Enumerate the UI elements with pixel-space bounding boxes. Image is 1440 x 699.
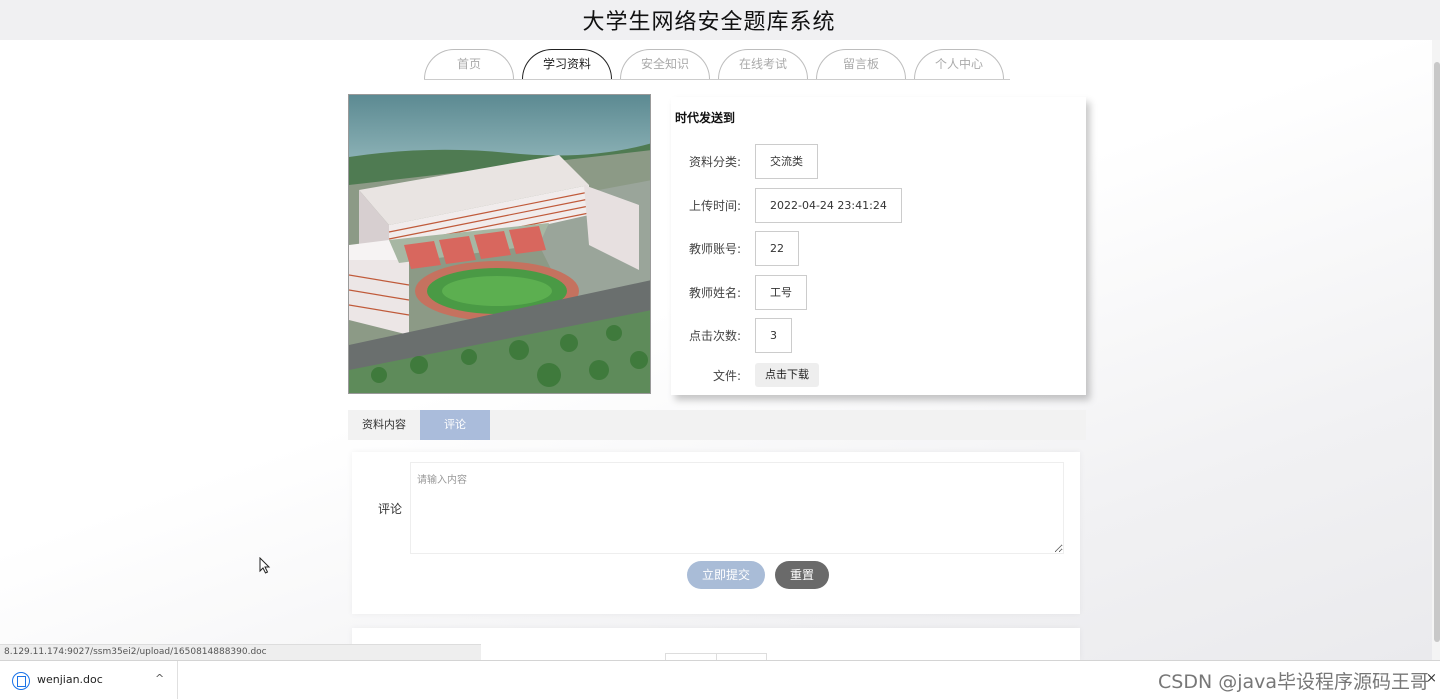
field-label: 上传时间: — [688, 199, 741, 213]
field-value: 交流类 — [755, 144, 818, 179]
download-filename: wenjian.doc — [37, 673, 103, 686]
mouse-cursor-icon — [259, 557, 271, 574]
field-label: 资料分类: — [688, 155, 741, 169]
material-cover-image — [348, 94, 651, 394]
nav-study-materials[interactable]: 学习资料 — [522, 49, 612, 79]
document-icon — [12, 672, 30, 690]
site-title: 大学生网络安全题库系统 — [582, 10, 836, 35]
field-value: 22 — [755, 231, 799, 266]
csdn-watermark: CSDN @java毕设程序源码王哥 — [1158, 671, 1430, 693]
download-item[interactable]: wenjian.doc ^ — [0, 661, 178, 699]
detail-tabs: 资料内容 评论 — [348, 410, 1086, 440]
field-value: 3 — [755, 318, 792, 353]
nav-message-board[interactable]: 留言板 — [816, 49, 906, 79]
field-category: 资料分类: 交流类 — [671, 144, 818, 179]
campus-aerial-illustration — [349, 95, 650, 393]
nav-underline — [424, 79, 1010, 80]
field-teacher-name: 教师姓名: 工号 — [671, 275, 807, 310]
field-teacher-account: 教师账号: 22 — [671, 231, 799, 266]
nav-online-exam[interactable]: 在线考试 — [718, 49, 808, 79]
field-label: 点击次数: — [688, 329, 741, 343]
tab-comments[interactable]: 评论 — [420, 410, 490, 440]
submit-button[interactable]: 立即提交 — [687, 561, 765, 589]
field-upload-time: 上传时间: 2022-04-24 23:41:24 — [671, 188, 902, 223]
pagination[interactable] — [665, 653, 767, 661]
field-label: 文件: — [712, 368, 741, 383]
comment-label: 评论 — [378, 502, 403, 516]
download-button[interactable]: 点击下载 — [755, 363, 819, 387]
nav-security-knowledge[interactable]: 安全知识 — [620, 49, 710, 79]
browser-status-url: 8.129.11.174:9027/ssm35ei2/upload/165081… — [0, 644, 481, 660]
field-label: 教师姓名: — [688, 286, 741, 300]
comment-textarea[interactable] — [410, 462, 1064, 554]
scrollbar-thumb[interactable] — [1434, 62, 1440, 642]
close-icon[interactable]: × — [1426, 671, 1437, 686]
field-value: 工号 — [755, 275, 807, 310]
main-nav: 首页 学习资料 安全知识 在线考试 留言板 个人中心 — [424, 49, 1004, 79]
field-click-count: 点击次数: 3 — [671, 318, 792, 353]
tab-material-content[interactable]: 资料内容 — [348, 410, 420, 440]
comment-form: 评论 立即提交 重置 — [352, 452, 1080, 614]
material-info-card: 时代发送到 资料分类: 交流类 上传时间: 2022-04-24 23:41:2… — [671, 97, 1086, 395]
chevron-up-icon[interactable]: ^ — [155, 672, 164, 685]
field-file: 文件: 点击下载 — [671, 363, 819, 387]
material-title: 时代发送到 — [675, 111, 736, 125]
nav-personal-center[interactable]: 个人中心 — [914, 49, 1004, 79]
reset-button[interactable]: 重置 — [775, 561, 829, 589]
nav-home[interactable]: 首页 — [424, 49, 514, 79]
field-value: 2022-04-24 23:41:24 — [755, 188, 902, 223]
field-label: 教师账号: — [688, 242, 741, 256]
